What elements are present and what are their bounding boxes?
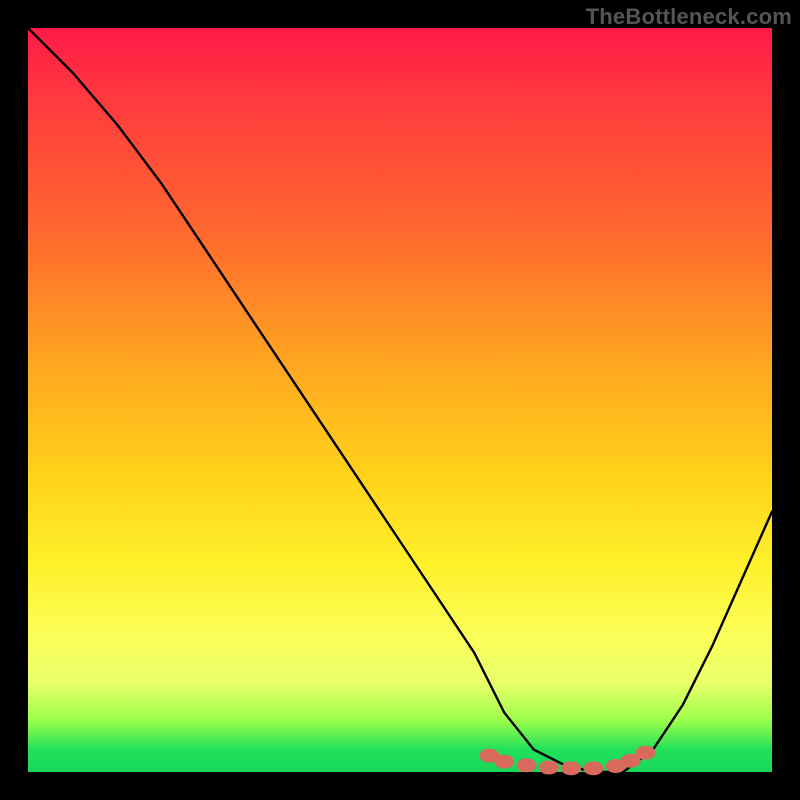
trough-point (636, 746, 656, 760)
trough-point (517, 758, 537, 772)
watermark-text: TheBottleneck.com (586, 4, 792, 30)
trough-point (539, 761, 559, 775)
trough-markers (479, 746, 655, 776)
trough-point (561, 761, 581, 775)
chart-frame: TheBottleneck.com (0, 0, 800, 800)
bottleneck-curve (28, 28, 772, 772)
trough-point (494, 755, 514, 769)
plot-area (28, 28, 772, 772)
trough-point (583, 761, 603, 775)
curve-layer (28, 28, 772, 772)
